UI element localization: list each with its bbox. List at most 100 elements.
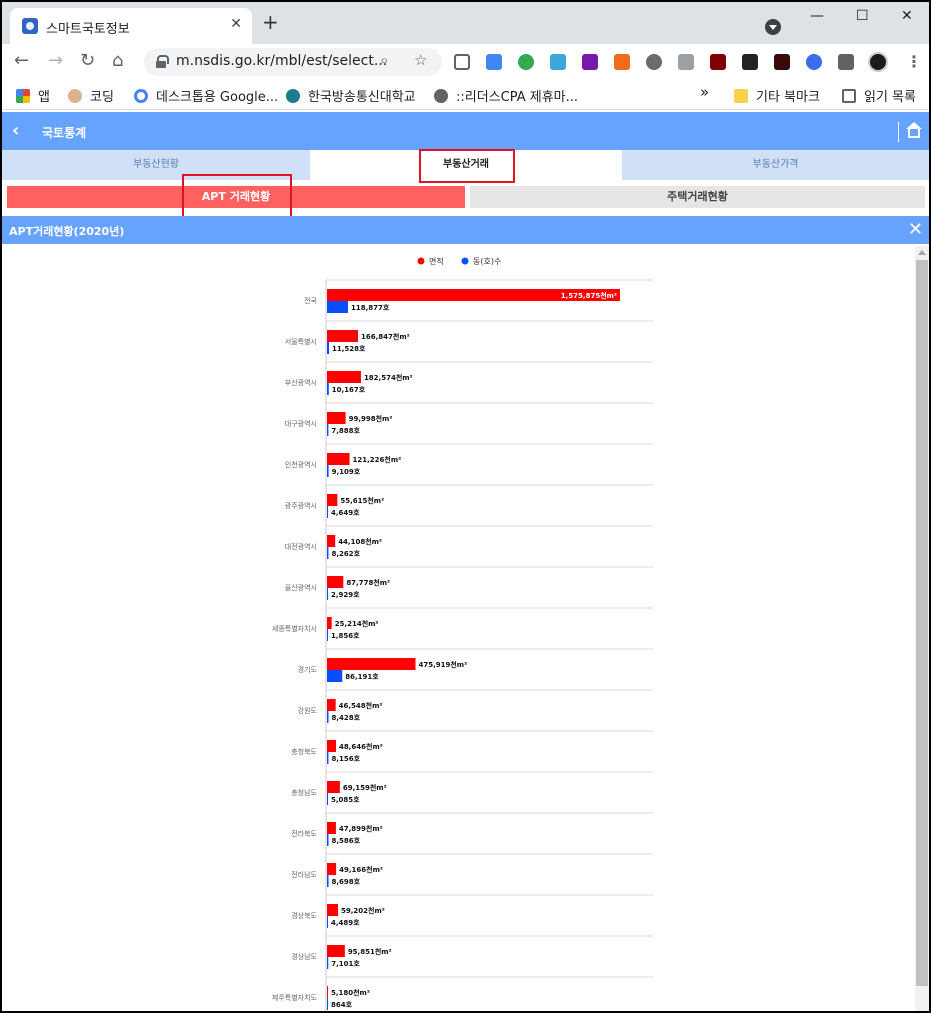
bookmark-knou[interactable]: 한국방송통신대학교 — [286, 86, 416, 105]
tab-housing-transaction[interactable]: 주택거래현황 — [470, 186, 925, 208]
ext-layout-icon[interactable] — [614, 54, 630, 70]
data-label-count: 8,262호 — [331, 549, 360, 558]
data-label-area: 49,166천m² — [339, 865, 383, 874]
close-section-icon[interactable]: ✕ — [908, 219, 923, 240]
forward-arrow-icon[interactable]: → — [48, 50, 63, 72]
app-header: ‹ 국토통계 — [2, 112, 929, 150]
bookmark-google[interactable]: 데스크톱용 Google... — [134, 86, 278, 105]
scroll-up-icon[interactable] — [918, 250, 926, 255]
bar-count — [327, 588, 328, 600]
bookmark-apps[interactable]: 앱 — [16, 86, 50, 105]
bar-area — [327, 576, 344, 588]
scrollbar-thumb[interactable] — [916, 260, 928, 986]
bar-area — [327, 412, 346, 424]
folder-icon — [734, 89, 748, 103]
pocket-icon[interactable] — [454, 54, 470, 70]
reading-list-button[interactable]: 읽기 목록 — [842, 86, 916, 105]
tab-real-estate-price[interactable]: 부동산가격 — [622, 150, 929, 180]
bookmark-star-icon[interactable]: ☆ — [414, 51, 427, 69]
close-window-icon[interactable]: ✕ — [901, 8, 913, 24]
data-label-area: 182,574천m² — [364, 373, 413, 382]
ublock-icon[interactable] — [710, 54, 726, 70]
data-label-area: 166,847천m² — [361, 332, 410, 341]
bar-count — [327, 342, 330, 354]
ext-badge-icon[interactable] — [646, 54, 662, 70]
category-label: 경상북도 — [291, 911, 317, 920]
bookmarks-bar: 앱 코딩 데스크톱용 Google... 한국방송통신대학교 ::리더스CPA … — [2, 80, 929, 110]
extensions-puzzle-icon[interactable] — [838, 54, 854, 70]
data-label-count: 86,191호 — [345, 672, 379, 681]
back-arrow-icon[interactable]: ← — [14, 50, 29, 72]
bar-count — [327, 301, 348, 313]
reading-list-icon — [842, 89, 856, 103]
section-title: APT거래현황(2020년) — [9, 225, 125, 238]
ext-cards-icon[interactable] — [678, 54, 694, 70]
bar-area — [327, 904, 339, 916]
data-label-area: 475,919천m² — [418, 660, 467, 669]
translate-icon[interactable] — [486, 54, 502, 70]
ext-circle-icon[interactable] — [806, 54, 822, 70]
ext-a-icon[interactable] — [550, 54, 566, 70]
profile-avatar[interactable] — [868, 52, 888, 72]
bookmark-coding[interactable]: 코딩 — [68, 86, 114, 105]
bookmark-leaders-cpa[interactable]: ::리더스CPA 제휴마... — [434, 86, 578, 105]
globe-icon — [434, 89, 448, 103]
onenote-icon[interactable] — [582, 54, 598, 70]
data-label-count: 8,428호 — [331, 713, 360, 722]
bar-count — [327, 752, 329, 764]
bar-count — [327, 547, 329, 559]
url-text: m.nsdis.go.kr/mbl/est/select... — [176, 53, 388, 69]
address-bar[interactable]: m.nsdis.go.kr/mbl/est/select... ⌕ ☆ — [144, 48, 442, 76]
data-label-count: 7,888호 — [331, 426, 360, 435]
menu-kebab-icon[interactable]: ⋮ — [906, 52, 922, 71]
more-bookmarks-button[interactable]: » — [700, 83, 709, 101]
bar-area — [327, 494, 338, 506]
data-label-count: 2,929호 — [331, 590, 360, 599]
google-icon — [134, 89, 148, 103]
browser-window: 스마트국토정보 ✕ + — ☐ ✕ ← → ↻ ⌂ m.nsdis.go.kr/… — [0, 0, 931, 1013]
bar-count — [327, 383, 329, 395]
lock-icon[interactable] — [156, 55, 169, 68]
category-label: 부산광역시 — [285, 378, 317, 387]
zoom-icon[interactable]: ⌕ — [380, 51, 388, 69]
browser-toolbar: ← → ↻ ⌂ m.nsdis.go.kr/mbl/est/select... … — [2, 44, 929, 80]
data-label-area: 47,899천m² — [339, 824, 383, 833]
data-label-count: 4,649호 — [331, 508, 360, 517]
section-header: APT거래현황(2020년) ✕ — [2, 216, 929, 244]
site-favicon-icon — [22, 18, 38, 34]
bar-count — [327, 424, 329, 436]
home-icon[interactable] — [906, 122, 922, 138]
bar-count — [327, 506, 328, 518]
home-browser-icon[interactable]: ⌂ — [112, 50, 123, 72]
close-tab-icon[interactable]: ✕ — [230, 16, 242, 32]
category-label: 울산광역시 — [285, 583, 317, 592]
back-chevron-icon[interactable]: ‹ — [12, 120, 19, 141]
scrollbar[interactable] — [915, 246, 929, 1011]
minimize-icon[interactable]: — — [810, 8, 824, 24]
dog-icon — [68, 89, 82, 103]
data-label-area: 25,214천m² — [335, 619, 379, 628]
category-label: 제주특별자치도 — [272, 993, 318, 1002]
maximize-icon[interactable]: ☐ — [856, 8, 869, 24]
legend-marker-count — [461, 257, 469, 265]
apps-grid-icon — [16, 89, 30, 103]
bar-area — [327, 453, 350, 465]
category-label: 경기도 — [298, 665, 318, 674]
other-bookmarks-folder[interactable]: 기타 북마크 — [734, 86, 820, 105]
data-label-area: 55,615천m² — [340, 496, 384, 505]
data-label-area: 95,851천m² — [348, 947, 392, 956]
bar-count — [327, 793, 328, 805]
new-tab-button[interactable]: + — [262, 12, 279, 32]
ext-h-icon[interactable] — [774, 54, 790, 70]
bar-area — [327, 740, 337, 752]
ext-terminal-icon[interactable] — [742, 54, 758, 70]
bar-chart-svg: 면적 동(호)수전국 1,575,875천m² 118,877호서울특별시 166,84… — [272, 256, 653, 1011]
highlight-box-transaction-tab — [419, 149, 515, 183]
ext-chrome-icon[interactable] — [518, 54, 534, 70]
tab-search-icon[interactable] — [765, 19, 781, 35]
category-label: 대구광역시 — [285, 419, 317, 428]
reload-icon[interactable]: ↻ — [80, 50, 95, 72]
browser-tab[interactable]: 스마트국토정보 ✕ — [10, 8, 252, 44]
bar-area — [327, 986, 328, 998]
bar-area — [327, 535, 336, 547]
